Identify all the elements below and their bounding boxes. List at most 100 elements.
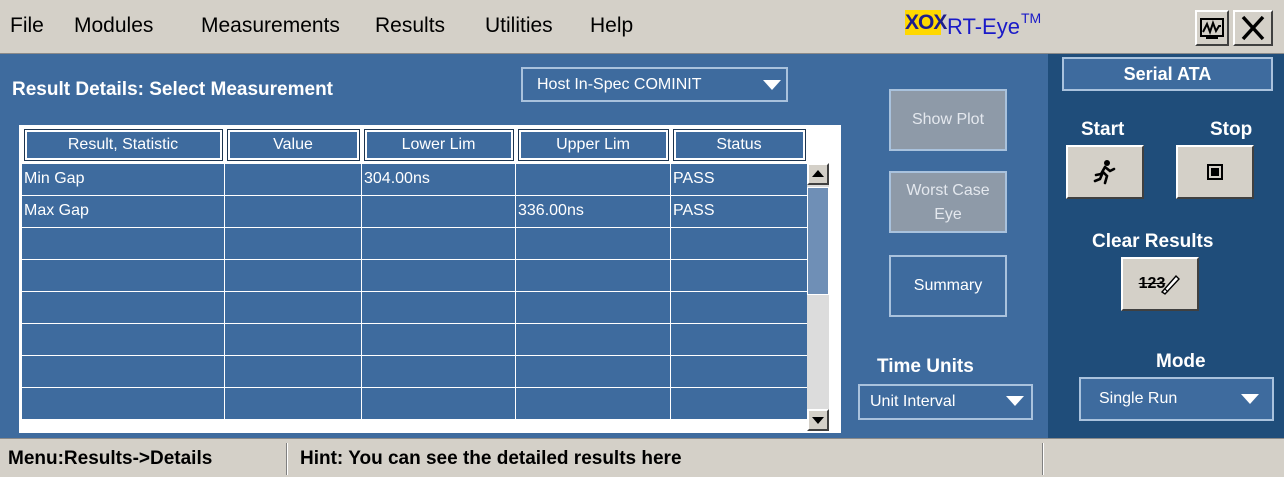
cell-status xyxy=(670,322,808,356)
table-row[interactable] xyxy=(21,386,808,420)
module-name: Serial ATA xyxy=(1123,64,1212,84)
result-details-panel: Result Details: Select Measurement Host … xyxy=(0,54,1048,438)
cell-value xyxy=(224,322,362,356)
close-button[interactable] xyxy=(1233,10,1273,46)
chevron-down-icon xyxy=(763,80,781,90)
menu-modules[interactable]: Modules xyxy=(74,14,153,38)
stop-button[interactable] xyxy=(1176,145,1254,199)
menu-results[interactable]: Results xyxy=(375,14,445,38)
cell-result-statistic xyxy=(21,386,225,420)
table-scrollbar[interactable] xyxy=(807,163,829,431)
module-selector[interactable]: Serial ATA xyxy=(1062,57,1273,91)
cell-lower-lim xyxy=(361,226,516,260)
cell-result-statistic xyxy=(21,258,225,292)
cell-result-statistic xyxy=(21,354,225,388)
tek-logo: XOX xyxy=(905,10,947,35)
app-name: RT-Eye xyxy=(947,14,1020,39)
stop-label: Stop xyxy=(1210,119,1253,140)
panel-title: Result Details: Select Measurement xyxy=(12,79,334,100)
show-plot-label: Show Plot xyxy=(911,111,985,128)
cell-value xyxy=(224,194,362,228)
cell-value xyxy=(224,162,362,196)
arrow-down-icon xyxy=(812,417,824,424)
mode-select[interactable]: Single Run xyxy=(1079,377,1274,421)
cell-upper-lim xyxy=(515,258,671,292)
status-bar: Menu:Results->Details Hint: You can see … xyxy=(0,438,1284,477)
acquisition-control-panel: Serial ATA Start Stop Clear Results 123 … xyxy=(1048,54,1284,438)
cell-result-statistic: Max Gap xyxy=(21,194,225,228)
column-header-lower-lim[interactable]: Lower Lim xyxy=(363,128,514,161)
summary-label: Summary xyxy=(913,277,983,294)
clear-results-label: Clear Results xyxy=(1092,231,1214,252)
close-icon xyxy=(1241,15,1265,41)
mode-value: Single Run xyxy=(1099,390,1178,407)
status-divider xyxy=(286,443,288,475)
measurement-select[interactable]: Host In-Spec COMINIT xyxy=(521,67,788,102)
cell-upper-lim xyxy=(515,354,671,388)
cell-result-statistic xyxy=(21,290,225,324)
column-header-status[interactable]: Status xyxy=(672,128,806,161)
show-plot-button[interactable]: Show Plot xyxy=(889,89,1007,151)
menu-file[interactable]: File xyxy=(10,14,44,38)
cell-lower-lim: 304.00ns xyxy=(361,162,516,196)
table-row[interactable] xyxy=(21,322,808,356)
cell-upper-lim xyxy=(515,322,671,356)
trademark-mark: TM xyxy=(1020,10,1042,26)
cell-upper-lim xyxy=(515,290,671,324)
table-row[interactable]: Max Gap 336.00ns PASS xyxy=(21,194,808,228)
cell-upper-lim: 336.00ns xyxy=(515,194,671,228)
arrow-up-icon xyxy=(812,170,824,177)
results-table: Result, Statistic Value Lower Lim Upper … xyxy=(19,125,841,433)
clear-results-button[interactable]: 123 xyxy=(1121,257,1199,311)
status-divider xyxy=(1042,443,1044,475)
scrollbar-thumb[interactable] xyxy=(807,187,829,295)
waveform-icon xyxy=(1200,18,1224,39)
column-header-upper-lim[interactable]: Upper Lim xyxy=(517,128,669,161)
chevron-down-icon xyxy=(1241,394,1259,404)
time-units-label: Time Units xyxy=(877,356,974,377)
cell-upper-lim xyxy=(515,386,671,420)
stop-square-icon xyxy=(1207,164,1223,180)
table-row[interactable] xyxy=(21,226,808,260)
cell-result-statistic: Min Gap xyxy=(21,162,225,196)
scroll-up-button[interactable] xyxy=(807,163,829,185)
menu-utilities[interactable]: Utilities xyxy=(485,14,553,38)
table-row[interactable] xyxy=(21,290,808,324)
cell-result-statistic xyxy=(21,322,225,356)
status-menu-path: Menu:Results->Details xyxy=(8,448,213,469)
table-row[interactable] xyxy=(21,354,808,388)
cell-lower-lim xyxy=(361,194,516,228)
cell-lower-lim xyxy=(361,290,516,324)
cell-value xyxy=(224,290,362,324)
cell-value xyxy=(224,226,362,260)
menu-bar: File Modules Measurements Results Utilit… xyxy=(0,0,1284,54)
start-button[interactable] xyxy=(1066,145,1144,199)
worst-case-label-line2: Eye xyxy=(934,206,962,223)
cell-status xyxy=(670,290,808,324)
time-units-select[interactable]: Unit Interval xyxy=(858,384,1033,420)
display-toggle-button[interactable] xyxy=(1195,10,1229,46)
table-row[interactable]: Min Gap 304.00ns PASS xyxy=(21,162,808,196)
measurement-select-value: Host In-Spec COMINIT xyxy=(537,76,702,93)
cell-lower-lim xyxy=(361,386,516,420)
cell-result-statistic xyxy=(21,226,225,260)
cell-value xyxy=(224,258,362,292)
cell-upper-lim xyxy=(515,226,671,260)
cell-value xyxy=(224,354,362,388)
scroll-down-button[interactable] xyxy=(807,409,829,431)
time-units-value: Unit Interval xyxy=(870,393,956,410)
column-header-value[interactable]: Value xyxy=(226,128,360,161)
cell-lower-lim xyxy=(361,258,516,292)
column-header-result-statistic[interactable]: Result, Statistic xyxy=(23,128,223,161)
summary-button[interactable]: Summary xyxy=(889,255,1007,317)
worst-case-eye-button[interactable]: Worst Case Eye xyxy=(889,171,1007,233)
table-row[interactable] xyxy=(21,258,808,292)
menu-help[interactable]: Help xyxy=(590,14,633,38)
cell-upper-lim xyxy=(515,162,671,196)
cell-status xyxy=(670,354,808,388)
app-brand: XOX RT-Eye TM xyxy=(905,10,1041,44)
cell-status: PASS xyxy=(670,162,808,196)
menu-measurements[interactable]: Measurements xyxy=(201,14,340,38)
table-header-row: Result, Statistic Value Lower Lim Upper … xyxy=(22,127,808,163)
eraser-icon xyxy=(1161,274,1181,295)
